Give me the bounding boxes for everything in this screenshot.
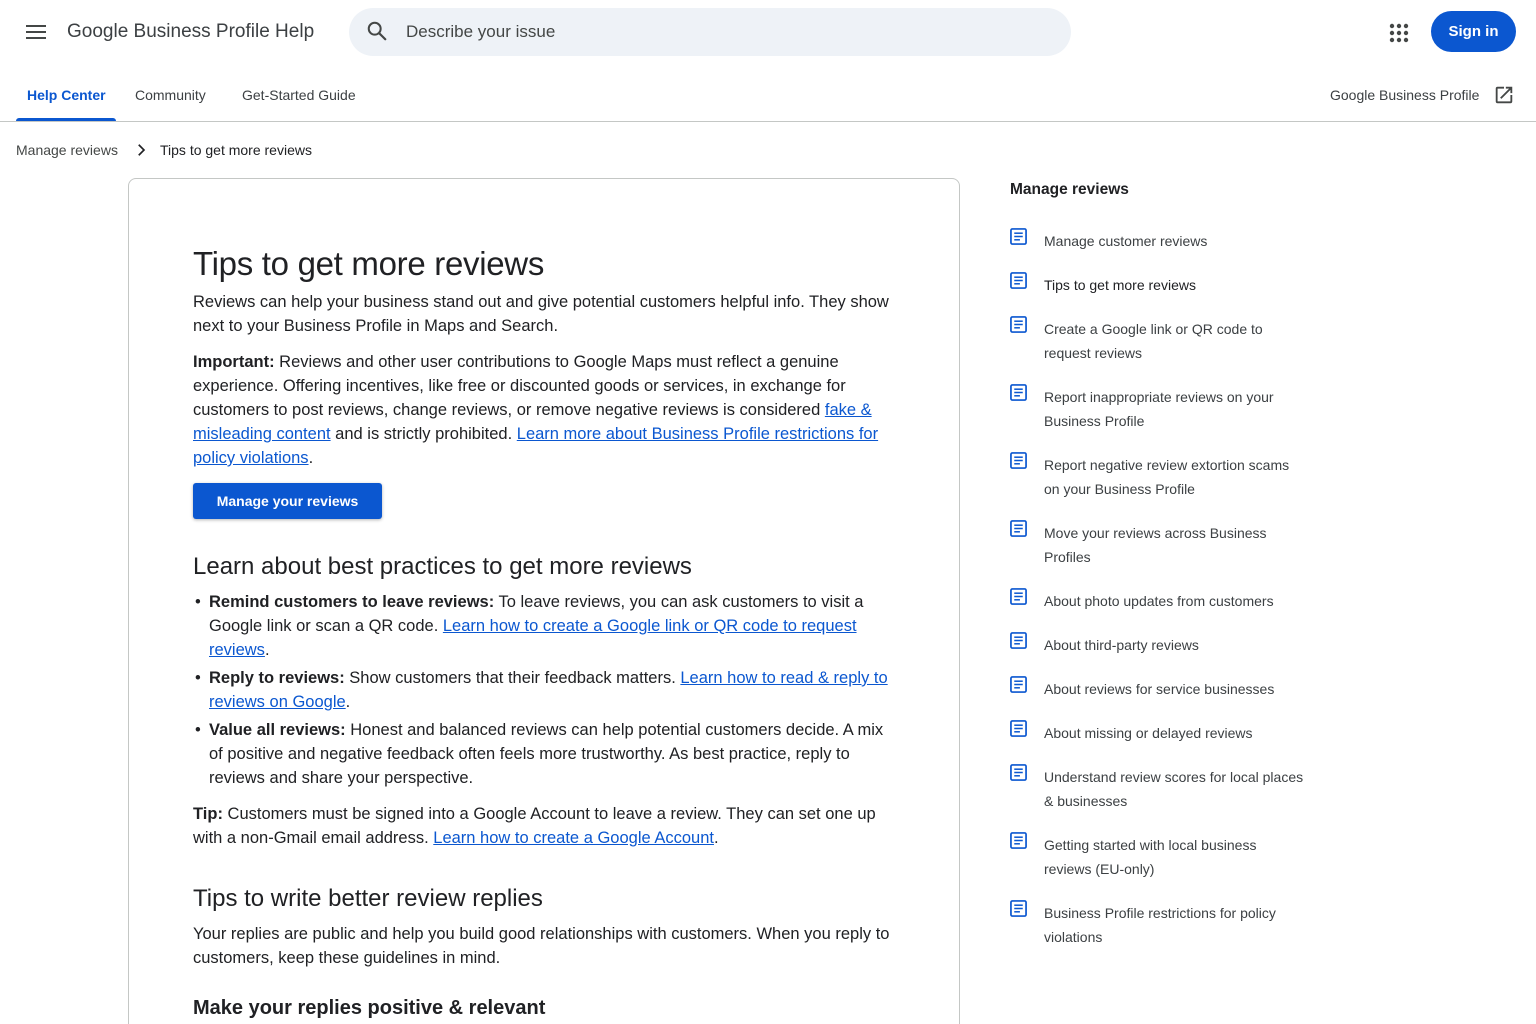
sidebar-item-label: About third-party reviews: [1044, 637, 1199, 653]
article-icon: [1010, 520, 1027, 537]
tab-help-center[interactable]: Help Center: [27, 87, 106, 103]
sidebar-item-label: Getting started with local business revi…: [1044, 837, 1257, 877]
sidebar-item-label: About missing or delayed reviews: [1044, 725, 1253, 741]
article-icon: [1010, 764, 1027, 781]
main-menu-button[interactable]: [16, 12, 56, 52]
subsection-heading: Make your replies positive & relevant: [193, 997, 546, 1019]
page-title: Tips to get more reviews: [193, 245, 545, 282]
article-icon: [1010, 316, 1027, 333]
bullet-label: Reply to reviews:: [209, 669, 345, 687]
nav-tabs: Help Center Community Get-Started Guide …: [0, 64, 1536, 122]
manage-reviews-button[interactable]: Manage your reviews: [193, 483, 382, 519]
sidebar-item-label: Report inappropriate reviews on your Bus…: [1044, 389, 1274, 429]
breadcrumb-manage-reviews[interactable]: Manage reviews: [16, 142, 118, 158]
sign-in-button[interactable]: Sign in: [1431, 11, 1516, 52]
bullet-label: Value all reviews:: [209, 721, 346, 739]
important-mid-text: and is strictly prohibited.: [330, 425, 517, 443]
google-apps-grid-icon[interactable]: [1387, 21, 1411, 45]
create-google-account-link[interactable]: Learn how to create a Google Account: [433, 829, 714, 847]
tip-label: Tip:: [193, 805, 223, 823]
important-label: Important:: [193, 353, 275, 371]
article-icon: [1010, 720, 1027, 737]
sidebar-item-label: Manage customer reviews: [1044, 233, 1208, 249]
article-icon: [1010, 384, 1027, 401]
best-practices-list: Remind customers to leave reviews: To le…: [193, 590, 893, 794]
tip-paragraph: Tip: Customers must be signed into a Goo…: [193, 802, 893, 850]
app-title[interactable]: Google Business Profile Help: [67, 20, 314, 44]
hamburger-menu-icon: [26, 25, 46, 39]
search-icon[interactable]: [366, 20, 388, 42]
breadcrumb-current-page: Tips to get more reviews: [160, 142, 312, 158]
open-in-new-icon[interactable]: [1493, 84, 1515, 106]
article-icon: [1010, 272, 1027, 289]
section-review-replies-heading: Tips to write better review replies: [193, 885, 543, 912]
tip-end: .: [713, 829, 719, 847]
sidebar-item-label: Move your reviews across Business Profil…: [1044, 525, 1267, 565]
tab-community[interactable]: Community: [135, 87, 206, 103]
tab-get-started-guide[interactable]: Get-Started Guide: [242, 87, 356, 103]
google-business-profile-link[interactable]: Google Business Profile: [1330, 87, 1479, 103]
list-item: Remind customers to leave reviews: To le…: [193, 590, 893, 662]
important-end: .: [308, 449, 314, 467]
intro-paragraph: Reviews can help your business stand out…: [193, 293, 889, 335]
bullet-label: Remind customers to leave reviews:: [209, 593, 495, 611]
sidebar-item-label: Business Profile restrictions for policy…: [1044, 905, 1276, 945]
bullet-text: Show customers that their feedback matte…: [344, 669, 681, 687]
important-text: Reviews and other user contributions to …: [193, 353, 846, 419]
article-icon: [1010, 452, 1027, 469]
top-bar: Google Business Profile Help Sign in: [0, 0, 1536, 64]
search-input[interactable]: [406, 20, 1046, 44]
sidebar-item-label: Create a Google link or QR code to reque…: [1044, 321, 1263, 361]
sidebar-item-label: Understand review scores for local place…: [1044, 769, 1304, 809]
list-item: Value all reviews: Honest and balanced r…: [193, 718, 893, 790]
sidebar-item-label: Report negative review extortion scams o…: [1044, 457, 1290, 497]
article-icon: [1010, 588, 1027, 605]
article-icon: [1010, 228, 1027, 245]
section-best-practices-heading: Learn about best practices to get more r…: [193, 553, 692, 580]
article-icon: [1010, 900, 1027, 917]
sidebar-item-label: About photo updates from customers: [1044, 593, 1274, 609]
review-replies-paragraph: Your replies are public and help you bui…: [193, 925, 890, 967]
chevron-right-icon: [138, 144, 146, 156]
bullet-end: .: [345, 693, 351, 711]
sidebar-item-label: About reviews for service businesses: [1044, 681, 1275, 697]
active-tab-indicator: [16, 118, 116, 121]
article-icon: [1010, 832, 1027, 849]
article-icon: [1010, 676, 1027, 693]
sidebar-item-label: Tips to get more reviews: [1044, 277, 1196, 293]
article-icon: [1010, 632, 1027, 649]
important-note: Important: Reviews and other user contri…: [193, 350, 893, 470]
sidebar-title: Manage reviews: [1010, 181, 1129, 198]
bullet-end: .: [264, 641, 270, 659]
list-item: Reply to reviews: Show customers that th…: [193, 666, 893, 714]
